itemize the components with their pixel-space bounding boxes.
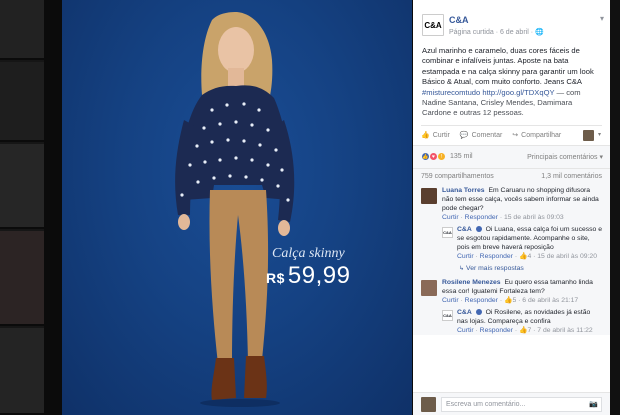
comment-item: Luana Torres Em Caruaru no shopping difu… — [421, 186, 602, 261]
chevron-down-icon[interactable]: ▾ — [600, 14, 604, 23]
like-label: Curtir — [432, 131, 450, 139]
page-avatar[interactable]: C&A — [442, 226, 453, 238]
verified-badge-icon — [475, 309, 482, 316]
reactions-summary[interactable]: 👍 ♥ ! 135 mil Principais comentários ▾ — [413, 146, 610, 168]
reply-item: C&A C&A Oi Rosilene, as novidades já est… — [442, 308, 602, 335]
post-header: C&A C&A Página curtida · 6 de abril · 🌐 … — [413, 0, 610, 38]
reply-author[interactable]: C&A — [457, 309, 472, 316]
background-page-strip — [0, 0, 44, 415]
reply-date[interactable]: 15 de abril às 09:20 — [537, 253, 597, 260]
reply-likes-value: 4 — [527, 252, 532, 260]
more-replies-link[interactable]: ↳ Ver mais respostas — [459, 265, 602, 272]
comment-meta: Curtir · Responder · 👍5 · 6 de abril às … — [442, 296, 579, 304]
shares-comments-row: 759 compartilhamentos 1,3 mil comentário… — [413, 167, 610, 184]
page-avatar[interactable]: C&A — [422, 14, 444, 36]
post-photo[interactable]: Calça skinny R$ 59,99 — [62, 0, 412, 415]
reply-date[interactable]: 7 de abril às 11:22 — [537, 327, 592, 334]
comment-like-count[interactable]: 👍5 — [504, 297, 516, 304]
comment-input[interactable]: Escreva um comentário... 📷 — [441, 396, 602, 412]
reply-item: C&A C&A Oi Luana, essa calça foi um suce… — [442, 225, 602, 261]
share-icon: ↪ — [512, 132, 519, 140]
comments-list: Luana Torres Em Caruaru no shopping difu… — [413, 183, 610, 335]
background-page-strip-right — [610, 0, 620, 415]
comment-date[interactable]: 6 de abril às 21:17 — [522, 297, 578, 304]
avatar[interactable] — [421, 187, 437, 204]
background-thumbnail — [0, 144, 44, 229]
post-url-link[interactable]: http://goo.gl/TDXqQY — [482, 88, 554, 97]
comment-like-link[interactable]: Curtir — [442, 214, 459, 221]
comments-count-link[interactable]: 1,3 mil comentários — [541, 173, 602, 180]
reply-author[interactable]: C&A — [457, 226, 472, 233]
reply-reply-link[interactable]: Responder — [480, 253, 513, 260]
chevron-down-icon[interactable]: ▾ — [598, 131, 601, 138]
price-tag: Calça skinny R$ 59,99 — [266, 246, 350, 290]
model-illustration — [175, 12, 295, 407]
thumbs-up-icon: 👍 — [421, 132, 430, 140]
reply-likes-value: 7 — [527, 326, 532, 334]
page-avatar[interactable]: C&A — [442, 309, 453, 321]
reply-arrow-icon: ↳ — [459, 265, 465, 272]
write-comment-bar: Escreva um comentário... 📷 — [413, 392, 610, 415]
post-meta[interactable]: Página curtida · 6 de abril · 🌐 — [449, 28, 544, 36]
post-actions: 👍 Curtir 💬 Comentar ↪ Compartilhar ▾ — [421, 124, 602, 145]
wow-reaction-icon: ! — [437, 152, 446, 162]
reply-meta: Curtir · Responder · 👍7 · 7 de abril às … — [457, 326, 593, 334]
reply-reply-link[interactable]: Responder — [480, 327, 513, 334]
comment-reply-link[interactable]: Responder — [465, 297, 498, 304]
like-button[interactable]: 👍 Curtir — [421, 131, 450, 140]
background-thumbnail — [0, 328, 44, 415]
price-currency: R$ — [266, 270, 285, 286]
comment-meta: Curtir · Responder · 15 de abril às 09:0… — [442, 213, 564, 221]
price-value: R$ 59,99 — [266, 262, 350, 290]
background-thumbnail — [0, 0, 44, 60]
comment-button[interactable]: 💬 Comentar — [459, 131, 503, 140]
sort-comments-dropdown[interactable]: Principais comentários ▾ — [527, 153, 603, 161]
page-name-link[interactable]: C&A — [449, 15, 469, 25]
avatar[interactable] — [421, 279, 437, 296]
share-button[interactable]: ↪ Compartilhar — [512, 131, 562, 140]
reply-like-count[interactable]: 👍7 — [519, 327, 531, 334]
reply-like-link[interactable]: Curtir — [457, 253, 474, 260]
comment-placeholder: Escreva um comentário... — [446, 400, 526, 408]
comment-likes-value: 5 — [512, 296, 517, 304]
comment-icon: 💬 — [459, 132, 469, 140]
verified-badge-icon — [475, 226, 482, 233]
current-user-avatar[interactable] — [421, 396, 436, 412]
comment-reply-link[interactable]: Responder — [465, 214, 498, 221]
comment-author[interactable]: Luana Torres — [442, 187, 485, 194]
post-text: Azul marinho e caramelo, duas cores fáce… — [413, 46, 610, 119]
post-sidebar: C&A C&A Página curtida · 6 de abril · 🌐 … — [413, 0, 610, 415]
more-replies-label: Ver mais respostas — [466, 264, 524, 272]
comment-date[interactable]: 15 de abril às 09:03 — [504, 214, 564, 221]
shares-count-link[interactable]: 759 compartilhamentos — [421, 173, 494, 180]
share-label: Compartilhar — [521, 131, 562, 139]
camera-icon[interactable]: 📷 — [589, 400, 598, 408]
comment-author[interactable]: Rosilene Menezes — [442, 279, 501, 286]
background-thumbnail — [0, 62, 44, 142]
background-thumbnail — [0, 231, 44, 326]
comment-item: Rosilene Menezes Eu quero essa tamanho l… — [421, 278, 602, 335]
reply-like-count[interactable]: 👍4 — [519, 253, 531, 260]
reply-like-link[interactable]: Curtir — [457, 327, 474, 334]
reactions-count: 135 mil — [450, 153, 473, 161]
current-user-avatar[interactable] — [583, 129, 594, 141]
post-body: Azul marinho e caramelo, duas cores fáce… — [422, 46, 594, 87]
reply-meta: Curtir · Responder · 👍4 · 15 de abril às… — [457, 252, 597, 260]
price-caption: Calça skinny — [272, 246, 345, 261]
price-amount: 59,99 — [287, 262, 351, 289]
reactions-section: 👍 ♥ ! 135 mil Principais comentários ▾ 7… — [413, 144, 610, 184]
comment-like-link[interactable]: Curtir — [442, 297, 459, 304]
comment-label: Comentar — [471, 131, 503, 139]
sort-label: Principais comentários — [527, 153, 598, 161]
hashtag-link[interactable]: #misturecomtudo — [422, 88, 480, 97]
